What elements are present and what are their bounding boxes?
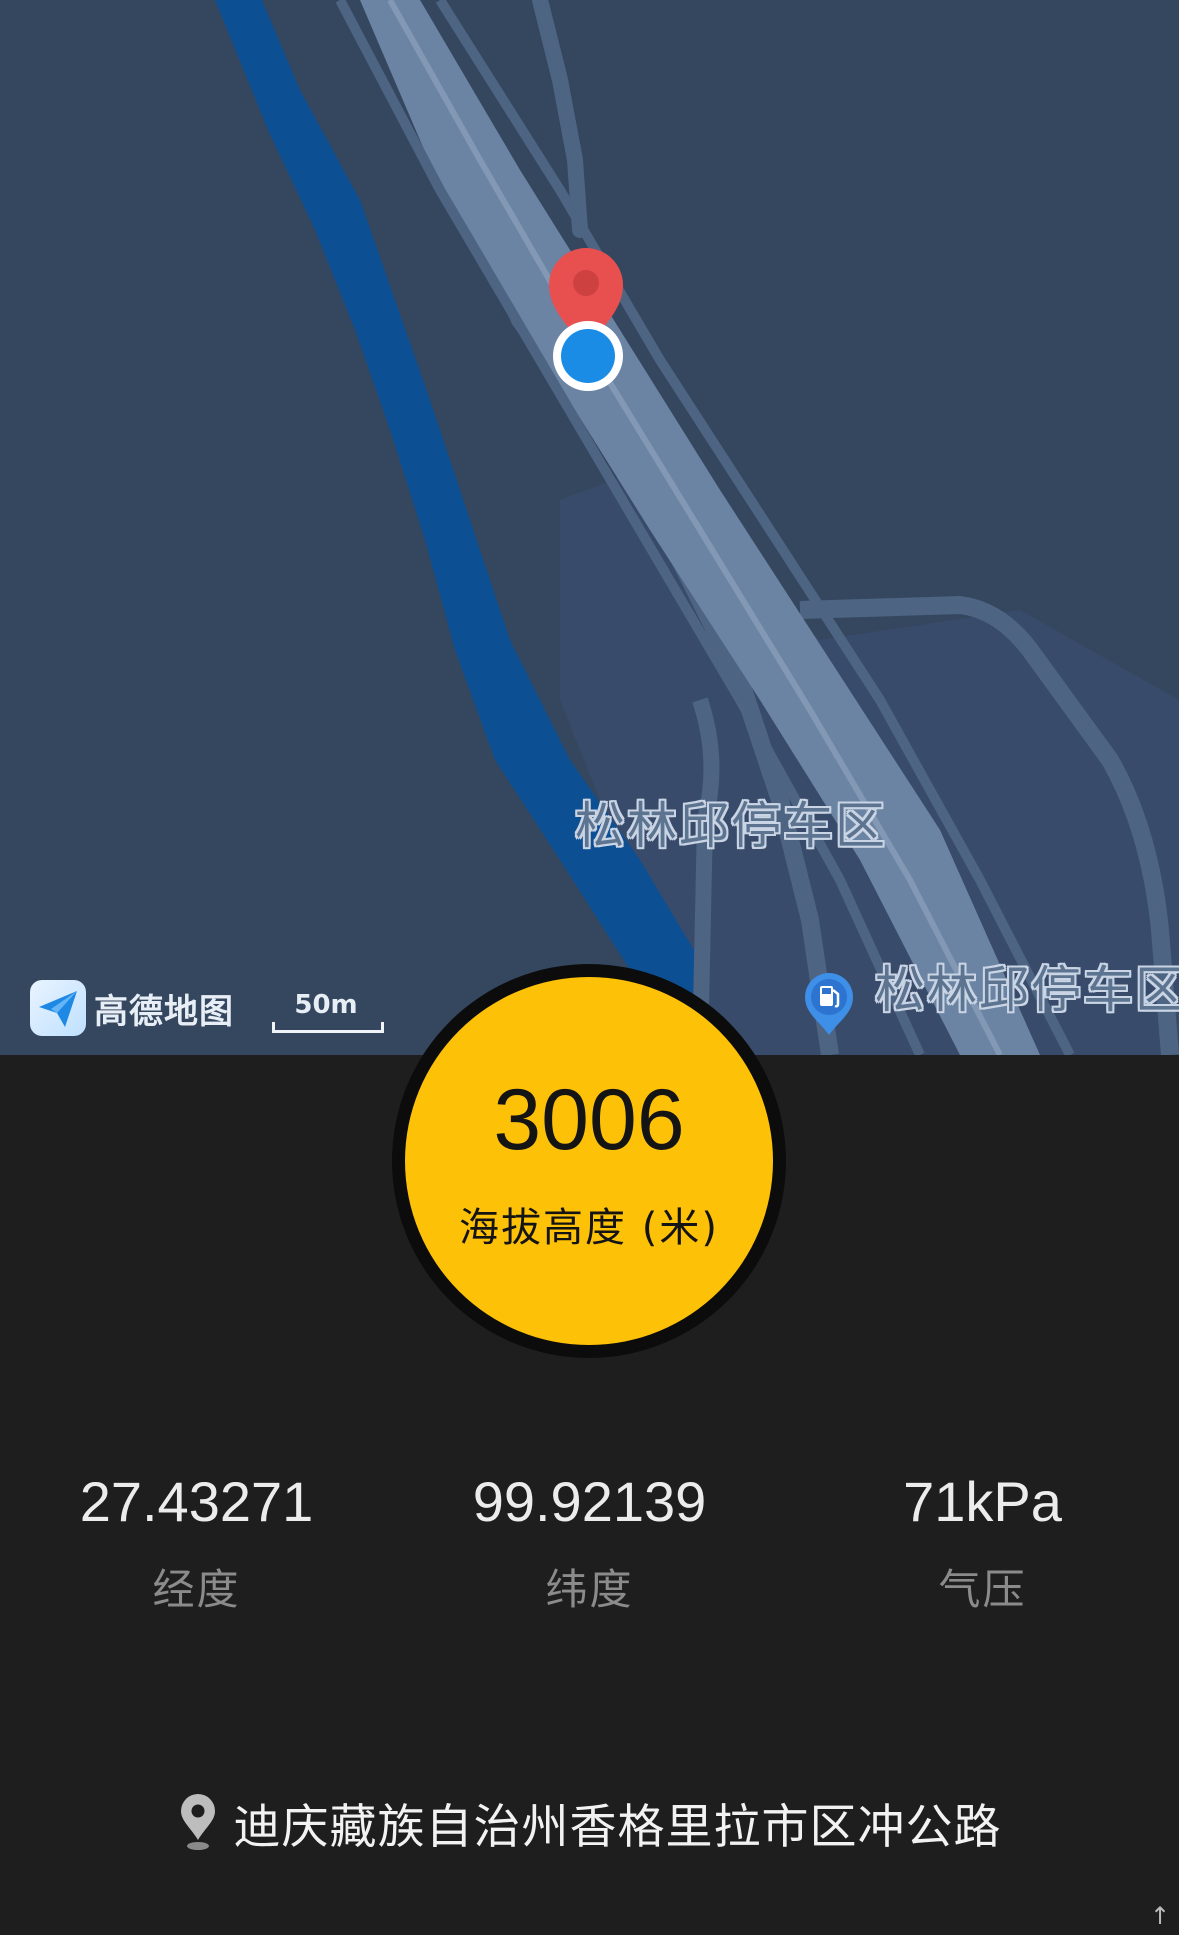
map-scale-label: 50m: [294, 990, 358, 1020]
address-row: 迪庆藏族自治州香格里拉市区冲公路: [0, 1788, 1179, 1857]
map-view[interactable]: 松林邱停车区 松林邱停车区 高德地图 50m: [0, 0, 1179, 1055]
stat-pressure: 71kPa 气压: [786, 1470, 1179, 1617]
watermark-mark: ↑: [1150, 1902, 1171, 1930]
amap-logo-text: 高德地图: [94, 991, 234, 1032]
altitude-label: 海拔高度 (米): [459, 1205, 719, 1251]
altitude-value: 3006: [493, 1072, 685, 1168]
pressure-label: 气压: [938, 1565, 1027, 1614]
pressure-value: 71kPa: [903, 1470, 1062, 1533]
map-scale-bar: 50m: [272, 990, 384, 1034]
map-canvas: [0, 0, 1179, 1055]
current-location-icon[interactable]: [550, 318, 626, 394]
altitude-badge: 3006 海拔高度 (米): [392, 964, 786, 1358]
location-marker-icon: [180, 1793, 215, 1850]
altitude-circle: 3006 海拔高度 (米): [405, 977, 773, 1345]
fuel-station-icon[interactable]: [801, 971, 857, 1037]
map-scale-line: [272, 1022, 384, 1033]
poi-label-parking-area[interactable]: 松林邱停车区: [575, 786, 887, 858]
latitude-value: 99.92139: [472, 1470, 707, 1533]
longitude-label: 经度: [152, 1565, 241, 1614]
latitude-label: 纬度: [545, 1565, 634, 1614]
stat-longitude: 27.43271 经度: [0, 1470, 393, 1617]
amap-logo: 高德地图: [30, 980, 234, 1036]
amap-logo-icon: [30, 980, 86, 1036]
stat-latitude: 99.92139 纬度: [393, 1470, 786, 1617]
address-text: 迪庆藏族自治州香格里拉市区冲公路: [233, 1800, 1002, 1855]
longitude-value: 27.43271: [79, 1470, 314, 1533]
poi-label-parking-area-secondary[interactable]: 松林邱停车区: [875, 950, 1179, 1022]
